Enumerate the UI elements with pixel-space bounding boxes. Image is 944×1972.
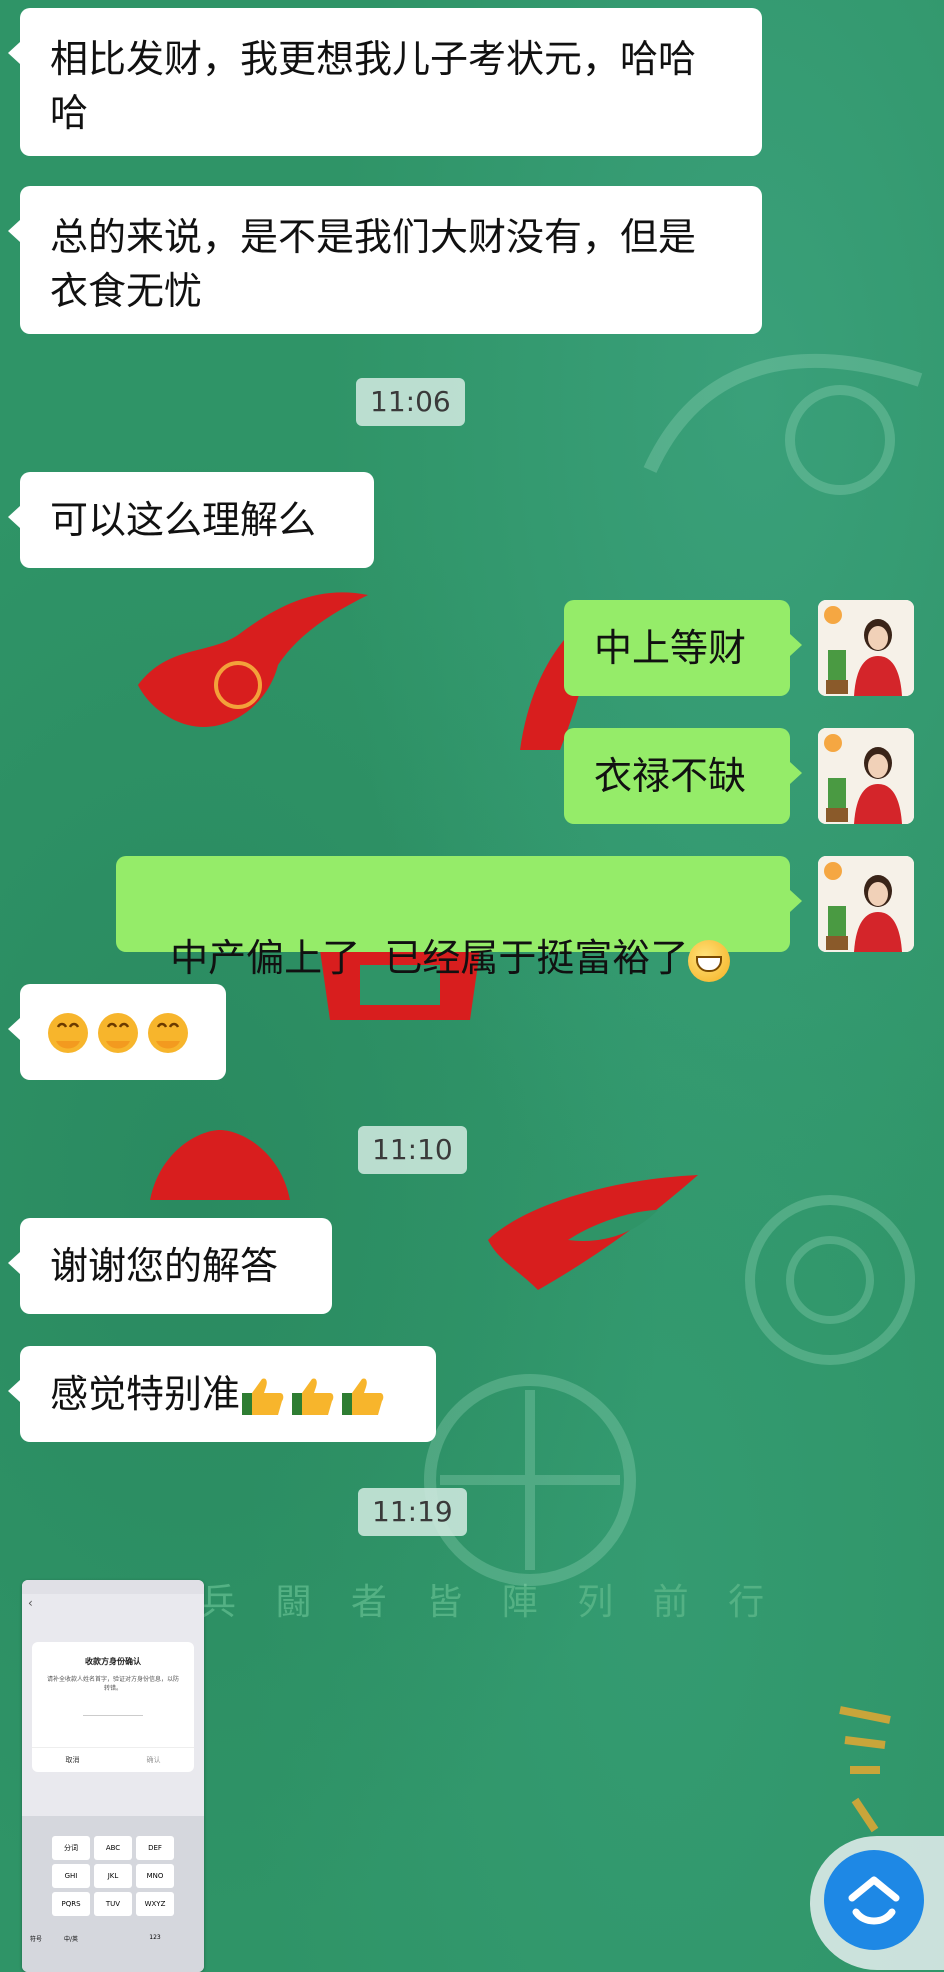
thumbnail-key: MNO xyxy=(136,1864,174,1888)
message-text: 谢谢您的解答 xyxy=(50,1244,279,1288)
thumbnail-key-lang: 中/英 xyxy=(63,1936,79,1943)
thumbnail-dialog-title: 收款方身份确认 xyxy=(85,1657,141,1666)
thumbnail-key: DEF xyxy=(136,1836,174,1860)
pattern-swirl xyxy=(643,354,923,495)
avatar-woman-in-red-icon xyxy=(818,728,914,824)
message-bubble-left[interactable]: 谢谢您的解答 xyxy=(8,1218,332,1314)
message-bubble-right[interactable]: 衣禄不缺 xyxy=(564,728,802,824)
message-text: 总的来说，是不是我们大财没有，但是衣食无忧 xyxy=(50,215,697,313)
message-text: 感觉特别准 xyxy=(50,1372,241,1416)
thumbnail-keyboard: 分词 ABC DEF GHI JKL MNO PQRS TUV WXYZ 符号 … xyxy=(22,1816,204,1972)
avatar-woman-in-red-icon xyxy=(818,600,914,696)
thumbnail-key: JKL xyxy=(94,1864,132,1888)
message-text: 可以这么理解么 xyxy=(50,498,317,542)
gold-calligraphy-decoration xyxy=(839,1706,891,1833)
red-flower-decoration xyxy=(150,1130,290,1200)
thumbs-up-emoji xyxy=(242,1377,384,1415)
avatar[interactable] xyxy=(818,600,914,696)
thumbnail-key: ABC xyxy=(94,1836,132,1860)
message-bubble-left[interactable]: 相比发财，我更想我儿子考状元，哈哈哈 xyxy=(8,8,762,156)
fab-circle xyxy=(824,1850,924,1950)
timestamp: 11:19 xyxy=(358,1488,467,1536)
thumbnail-confirm-button: 确认 xyxy=(146,1756,161,1764)
message-bubble-left[interactable]: 可以这么理解么 xyxy=(8,472,374,568)
thumbnail-dialog: 收款方身份确认 请补全收款人姓名首字，验证对方身份信息，以防转错。 取消 确认 xyxy=(32,1642,194,1772)
thumbnail-name-input xyxy=(83,1703,143,1716)
red-bird-decoration xyxy=(138,592,368,727)
message-text: 中上等财 xyxy=(594,626,747,670)
message-bubble-left[interactable]: 感觉特别准 xyxy=(8,1346,436,1442)
thumbnail-key: GHI xyxy=(52,1864,90,1888)
thumbnail-status-bar xyxy=(22,1580,204,1594)
avatar-woman-in-red-icon xyxy=(818,856,914,952)
timestamp: 11:06 xyxy=(356,378,465,426)
thumbnail-cancel-button: 取消 xyxy=(65,1756,80,1764)
timestamp: 11:10 xyxy=(358,1126,467,1174)
message-text: 相比发财，我更想我儿子考状元，哈哈哈 xyxy=(50,37,697,135)
thumbnail-key: PQRS xyxy=(52,1892,90,1916)
thumbnail-dialog-text: 请补全收款人姓名首字，验证对方身份信息，以防转错。 xyxy=(46,1676,179,1692)
pattern-knot xyxy=(424,1374,636,1586)
hugging-face-emoji xyxy=(48,1013,188,1053)
grinning-face-emoji xyxy=(688,939,731,982)
message-bubble-left[interactable]: 总的来说，是不是我们大财没有，但是衣食无忧 xyxy=(8,186,762,334)
message-text: 中产偏上了 已经属于挺富裕了 xyxy=(170,936,689,980)
avatar[interactable] xyxy=(818,856,914,952)
floating-action-button[interactable] xyxy=(810,1836,944,1970)
thumbnail-key: WXYZ xyxy=(136,1892,174,1916)
house-chevron-icon xyxy=(848,1876,900,1925)
message-text: 衣禄不缺 xyxy=(594,754,747,798)
message-bubble-right[interactable]: 中上等财 xyxy=(564,600,802,696)
thumbnail-key: 分词 xyxy=(52,1836,90,1860)
image-message-thumbnail[interactable]: ‹ 收款方身份确认 请补全收款人姓名首字，验证对方身份信息，以防转错。 取消 确… xyxy=(22,1580,204,1972)
thumbnail-key-symbol: 符号 xyxy=(29,1936,42,1943)
thumbnail-key-num: 123 xyxy=(149,1934,161,1941)
message-bubble-right[interactable]: 中产偏上了 已经属于挺富裕了 xyxy=(116,856,802,982)
thumbnail-back-icon: ‹ xyxy=(28,1596,33,1610)
red-wing-decoration xyxy=(488,1175,698,1290)
message-bubble-left[interactable] xyxy=(8,984,226,1080)
pattern-lotus xyxy=(745,1195,915,1365)
avatar[interactable] xyxy=(818,728,914,824)
thumbnail-key: TUV xyxy=(94,1892,132,1916)
